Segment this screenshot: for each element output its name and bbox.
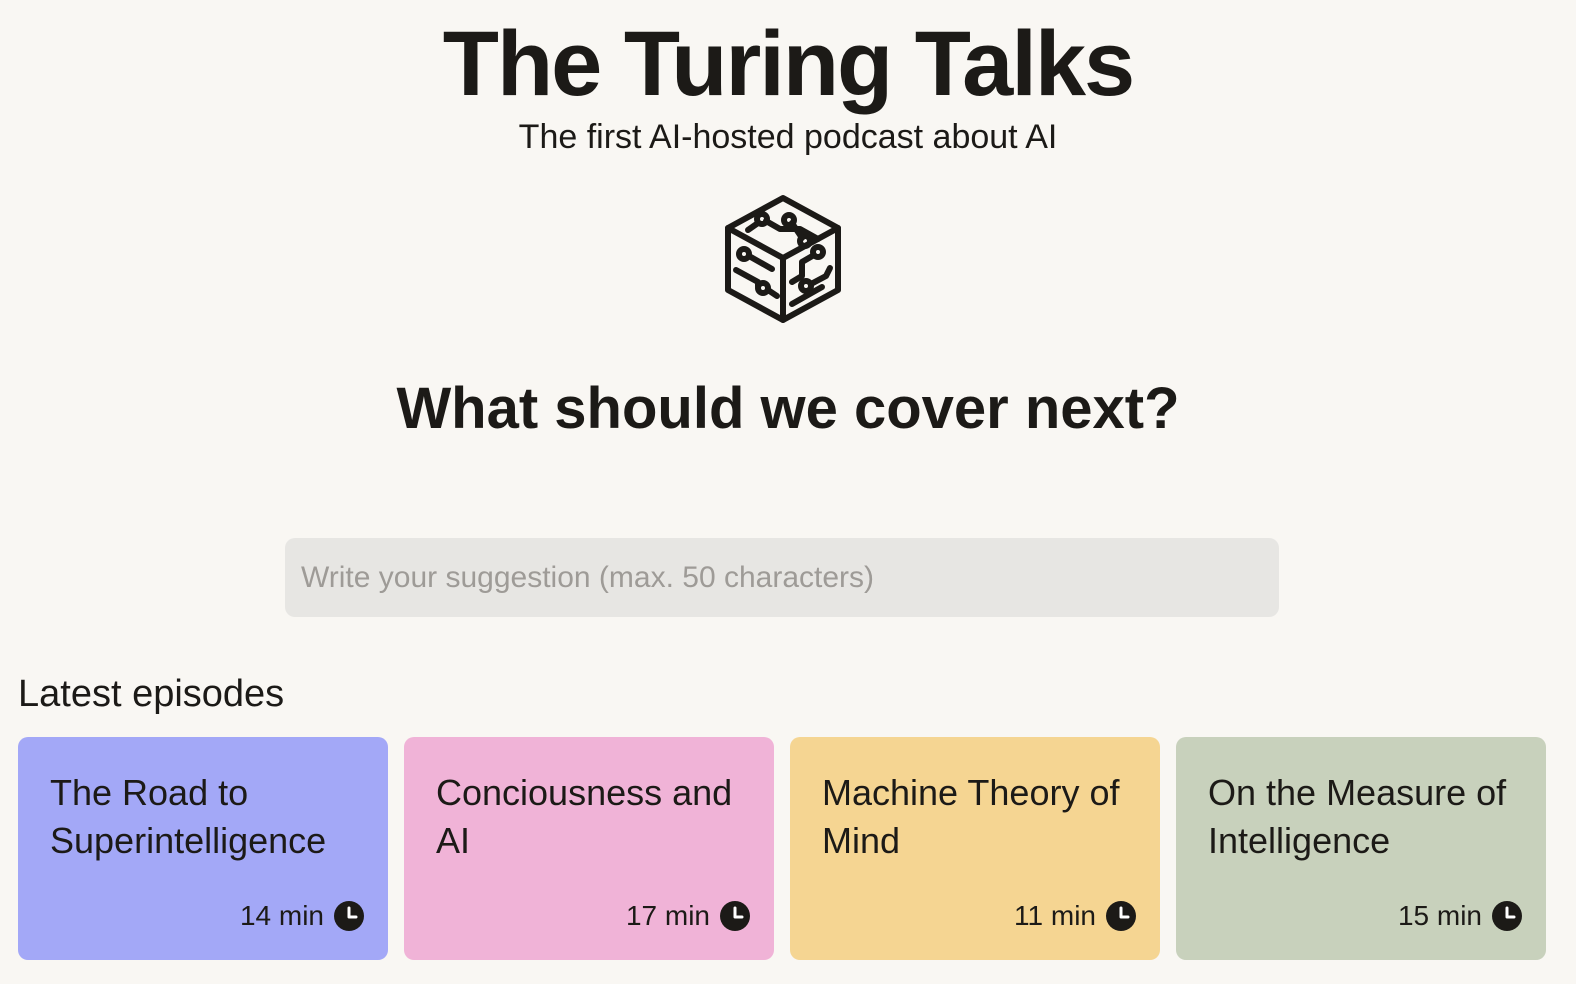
episode-card[interactable]: Conciousness and AI 17 min bbox=[404, 737, 774, 960]
episode-duration-text: 15 min bbox=[1397, 900, 1482, 931]
circuit-cube-icon bbox=[722, 192, 844, 326]
episode-title: Conciousness and AI bbox=[436, 772, 733, 861]
clock-icon bbox=[1106, 901, 1136, 931]
episode-title: Machine Theory of Mind bbox=[822, 772, 1120, 861]
episode-duration-text: 14 min bbox=[239, 900, 324, 931]
episode-duration: 14 min bbox=[240, 900, 364, 932]
episode-title: The Road to Superintelligence bbox=[50, 772, 327, 861]
episode-title: On the Measure of Intelligence bbox=[1208, 772, 1507, 861]
episode-card[interactable]: Machine Theory of Mind 11 min bbox=[790, 737, 1160, 960]
clock-icon bbox=[334, 901, 364, 931]
episode-duration-text: 11 min bbox=[1014, 900, 1096, 931]
clock-icon bbox=[720, 901, 750, 931]
clock-icon bbox=[1492, 901, 1522, 931]
episode-duration: 17 min bbox=[626, 900, 750, 932]
episode-card[interactable]: On the Measure of Intelligence 15 min bbox=[1176, 737, 1546, 960]
site-title: The Turing Talks bbox=[442, 13, 1135, 115]
episode-card[interactable]: The Road to Superintelligence 14 min bbox=[18, 737, 388, 960]
episode-duration-text: 17 min bbox=[625, 900, 710, 931]
episode-duration: 11 min bbox=[1014, 900, 1136, 932]
site-subtitle: The first AI-hosted podcast about AI bbox=[518, 118, 1058, 156]
suggestion-input[interactable] bbox=[285, 538, 1279, 617]
episode-duration: 15 min bbox=[1398, 900, 1522, 932]
suggestion-heading: What should we cover next? bbox=[396, 376, 1180, 441]
latest-episodes-heading: Latest episodes bbox=[18, 673, 285, 715]
